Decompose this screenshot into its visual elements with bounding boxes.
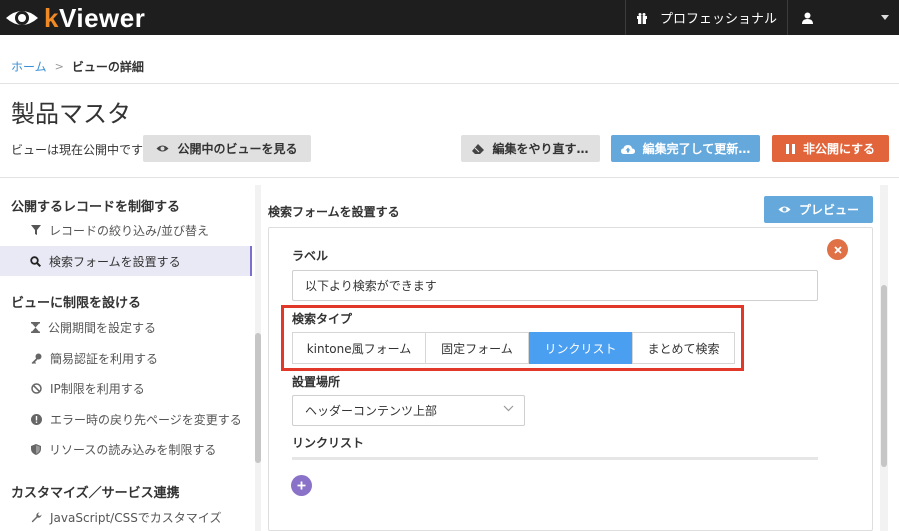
app-logo[interactable]: kViewer bbox=[4, 3, 145, 33]
breadcrumb-home-link[interactable]: ホーム bbox=[11, 58, 47, 75]
plan-menu[interactable]: プロフェッショナル bbox=[636, 0, 777, 35]
key-icon bbox=[31, 353, 42, 364]
section-title: 検索フォームを設置する bbox=[268, 205, 400, 219]
shield-icon bbox=[31, 443, 41, 455]
ban-icon bbox=[31, 382, 42, 394]
plus-icon bbox=[297, 481, 306, 490]
redo-edit-button[interactable]: 編集をやり直す… bbox=[461, 135, 600, 162]
sidebar-section-title: ビューに制限を設ける bbox=[11, 296, 142, 311]
top-bar: kViewer プロフェッショナル bbox=[0, 0, 899, 35]
sidebar-item-resource-restriction[interactable]: リソースの読み込みを制限する bbox=[0, 434, 252, 464]
eye-logo-icon bbox=[6, 11, 38, 25]
sidebar-scrollbar[interactable] bbox=[255, 185, 261, 531]
sidebar-item-ip-restriction[interactable]: IP制限を利用する bbox=[0, 373, 252, 403]
cloud-upload-icon bbox=[620, 144, 635, 154]
plan-label: プロフェッショナル bbox=[660, 12, 778, 27]
breadcrumb-current: ビューの詳細 bbox=[71, 60, 144, 74]
scrollbar-thumb[interactable] bbox=[881, 285, 887, 467]
placement-select[interactable]: ヘッダーコンテンツ上部 bbox=[292, 395, 525, 426]
preview-button[interactable]: プレビュー bbox=[764, 196, 873, 223]
filter-icon bbox=[31, 225, 41, 235]
settings-sidebar: 公開するレコードを制御する レコードの絞り込み/並び替え 検索フォームを設置する… bbox=[0, 185, 262, 531]
search-icon bbox=[30, 255, 41, 267]
add-link-button[interactable] bbox=[291, 475, 312, 496]
divider bbox=[787, 0, 788, 35]
wrench-icon bbox=[31, 511, 42, 522]
sidebar-item-publish-period[interactable]: 公開期間を設定する bbox=[0, 312, 252, 342]
breadcrumb: ホーム > ビューの詳細 bbox=[11, 58, 144, 75]
main-scrollbar[interactable] bbox=[880, 185, 888, 531]
search-type-kintone-form[interactable]: kintone風フォーム bbox=[292, 332, 426, 364]
divider bbox=[0, 177, 899, 178]
user-icon bbox=[802, 12, 813, 24]
divider bbox=[625, 0, 626, 35]
sidebar-item-error-redirect[interactable]: エラー時の戻り先ページを変更する bbox=[0, 404, 252, 434]
divider bbox=[0, 83, 899, 84]
pause-icon bbox=[785, 143, 795, 154]
sidebar-item-basic-auth[interactable]: 簡易認証を利用する bbox=[0, 343, 252, 373]
sidebar-item-search-form[interactable]: 検索フォームを設置する bbox=[0, 246, 252, 276]
unpublish-button[interactable]: 非公開にする bbox=[772, 135, 889, 162]
search-type-bulk-search[interactable]: まとめて検索 bbox=[632, 332, 735, 364]
sidebar-item-filter-sort[interactable]: レコードの絞り込み/並び替え bbox=[0, 215, 252, 245]
divider bbox=[292, 457, 818, 460]
hourglass-icon bbox=[31, 321, 40, 333]
sidebar-section-title: 公開するレコードを制御する bbox=[11, 200, 181, 215]
search-type-link-list[interactable]: リンクリスト bbox=[529, 332, 632, 364]
app-name: kViewer bbox=[44, 2, 146, 33]
page-title: 製品マスタ bbox=[11, 100, 131, 128]
placement-heading: 設置場所 bbox=[292, 375, 341, 389]
label-input[interactable]: 以下より検索ができます bbox=[292, 270, 818, 301]
complete-and-update-button[interactable]: 編集完了して更新… bbox=[611, 135, 760, 162]
sidebar-section-title: カスタマイズ／サービス連携 bbox=[11, 486, 180, 501]
eraser-icon bbox=[472, 143, 485, 154]
search-type-fixed-form[interactable]: 固定フォーム bbox=[425, 332, 529, 364]
user-menu[interactable] bbox=[800, 0, 899, 35]
link-list-heading: リンクリスト bbox=[292, 436, 365, 450]
gift-icon bbox=[637, 12, 647, 24]
eye-icon bbox=[156, 145, 169, 152]
publish-status-text: ビューは現在公開中です bbox=[11, 143, 144, 157]
chevron-down-icon bbox=[503, 405, 514, 412]
exclamation-icon bbox=[31, 413, 42, 425]
chevron-down-icon bbox=[881, 15, 889, 20]
view-public-button[interactable]: 公開中のビューを見る bbox=[143, 135, 311, 162]
close-icon bbox=[833, 245, 842, 254]
label-heading: ラベル bbox=[292, 249, 329, 263]
eye-icon bbox=[778, 206, 791, 213]
breadcrumb-separator: > bbox=[54, 60, 64, 73]
scrollbar-thumb[interactable] bbox=[255, 333, 261, 463]
close-button[interactable] bbox=[827, 239, 848, 260]
search-type-heading: 検索タイプ bbox=[292, 312, 353, 326]
sidebar-item-js-css-customize[interactable]: JavaScript/CSSでカスタマイズ bbox=[0, 502, 252, 531]
